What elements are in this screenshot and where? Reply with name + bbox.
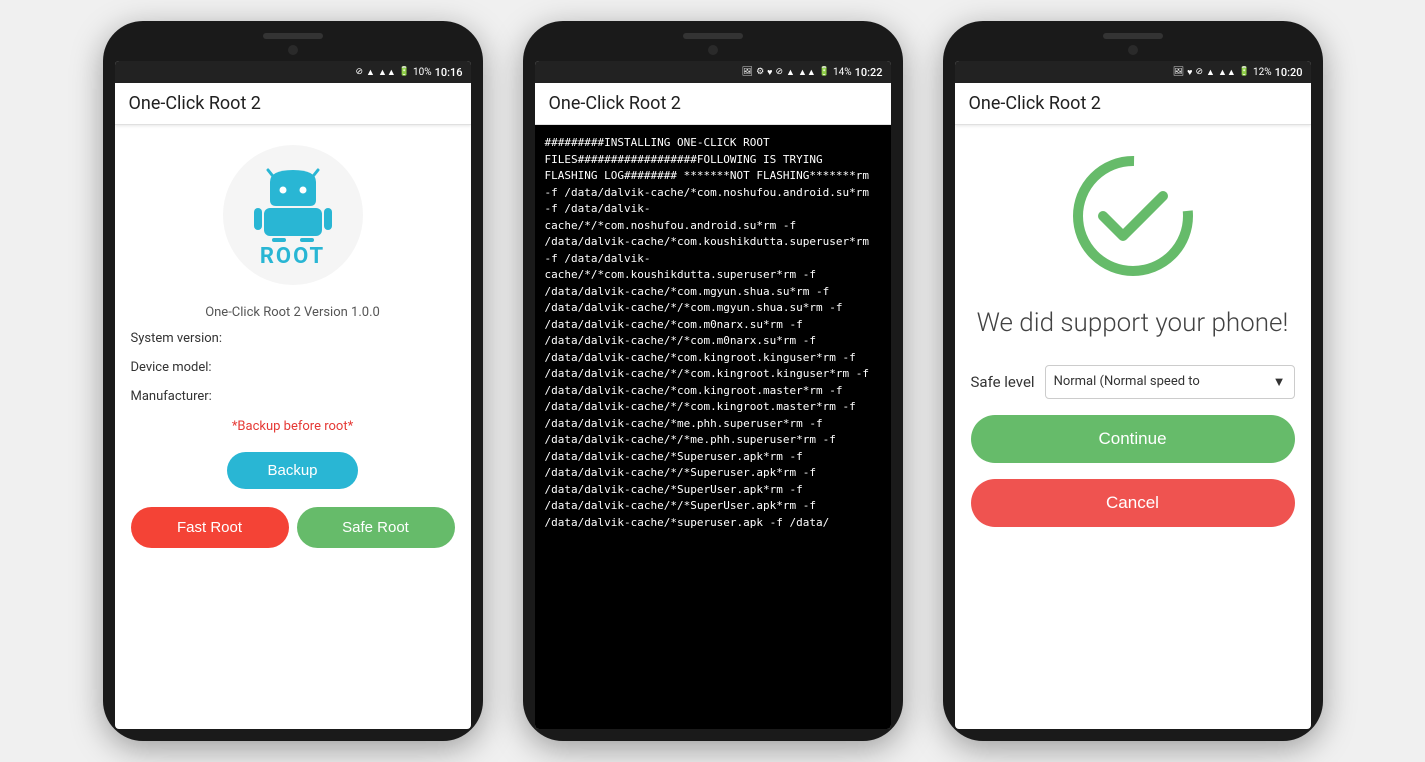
version-text: One-Click Root 2 Version 1.0.0 xyxy=(205,305,380,320)
battery-percent-1: 10% xyxy=(413,67,432,78)
battery-icon: 🔋 xyxy=(399,67,410,77)
wifi-icon-2: ▲ xyxy=(786,67,795,78)
phone-2-top xyxy=(535,33,891,61)
phone-2: 🖼 ⚙ ♥ ⊘ ▲ ▲▲ 🔋 14% 10:22 One-Click Root … xyxy=(523,21,903,741)
camera-1 xyxy=(288,45,298,55)
system-version-label: System version: xyxy=(131,328,455,349)
status-time-1: 10:16 xyxy=(435,66,463,79)
phone-2-screen: 🖼 ⚙ ♥ ⊘ ▲ ▲▲ 🔋 14% 10:22 One-Click Root … xyxy=(535,61,891,729)
camera-2 xyxy=(708,45,718,55)
backup-warning: *Backup before root* xyxy=(232,419,353,434)
speaker-3 xyxy=(1103,33,1163,39)
battery-icon-2: 🔋 xyxy=(819,67,830,77)
success-check-circle xyxy=(1068,151,1198,281)
support-text: We did support your phone! xyxy=(977,307,1289,341)
cancel-button[interactable]: Cancel xyxy=(971,479,1295,527)
phone-3-screen: 🖼 ♥ ⊘ ▲ ▲▲ 🔋 12% 10:20 One-Click Root 2 … xyxy=(955,61,1311,729)
phone-3: 🖼 ♥ ⊘ ▲ ▲▲ 🔋 12% 10:20 One-Click Root 2 … xyxy=(943,21,1323,741)
bottom-buttons: Fast Root Safe Root xyxy=(131,507,455,548)
log-text: #########INSTALLING ONE-CLICK ROOT FILES… xyxy=(535,125,891,729)
wifi-icon: ▲ xyxy=(366,67,375,78)
status-time-3: 10:20 xyxy=(1275,66,1303,79)
battery-percent-3: 12% xyxy=(1253,67,1272,78)
signal-icon: ▲▲ xyxy=(378,67,396,78)
phone1-content: ROOT One-Click Root 2 Version 1.0.0 Syst… xyxy=(115,125,471,729)
signal-icon-2: ▲▲ xyxy=(798,67,816,78)
battery-percent-2: 14% xyxy=(833,67,852,78)
status-icons-3: 🖼 ♥ ⊘ ▲ ▲▲ 🔋 12% 10:20 xyxy=(1173,66,1303,79)
device-model-label: Device model: xyxy=(131,357,455,378)
manufacturer-label: Manufacturer: xyxy=(131,386,455,407)
phone-1-top xyxy=(115,33,471,61)
status-time-2: 10:22 xyxy=(855,66,883,79)
app-title-3: One-Click Root 2 xyxy=(969,93,1101,114)
wifi-icon-3: ▲ xyxy=(1206,67,1215,78)
status-icons-1: ⊘ ▲ ▲▲ 🔋 10% 10:16 xyxy=(355,66,462,79)
battery-icon-3: 🔋 xyxy=(1239,67,1250,77)
safe-level-value: Normal (Normal speed to xyxy=(1054,374,1200,389)
camera-notification-icon: ⚙ xyxy=(756,67,764,77)
phone-1-screen: ⊘ ▲ ▲▲ 🔋 10% 10:16 One-Click Root 2 xyxy=(115,61,471,729)
phone-3-top xyxy=(955,33,1311,61)
fast-root-button[interactable]: Fast Root xyxy=(131,507,289,548)
android-logo: ROOT xyxy=(248,162,338,269)
safe-level-row: Safe level Normal (Normal speed to ▼ xyxy=(971,365,1295,399)
status-bar-1: ⊘ ▲ ▲▲ 🔋 10% 10:16 xyxy=(115,61,471,83)
phone3-content: We did support your phone! Safe level No… xyxy=(955,125,1311,729)
phone-1: ⊘ ▲ ▲▲ 🔋 10% 10:16 One-Click Root 2 xyxy=(103,21,483,741)
speaker-2 xyxy=(683,33,743,39)
android-svg xyxy=(248,162,338,242)
continue-button[interactable]: Continue xyxy=(971,415,1295,463)
app-bar-1: One-Click Root 2 xyxy=(115,83,471,125)
block-icon-3: ⊘ xyxy=(1195,67,1203,77)
app-title-2: One-Click Root 2 xyxy=(549,93,681,114)
speaker-1 xyxy=(263,33,323,39)
safe-root-button[interactable]: Safe Root xyxy=(297,507,455,548)
camera-3 xyxy=(1128,45,1138,55)
backup-button[interactable]: Backup xyxy=(227,452,357,489)
app-bar-3: One-Click Root 2 xyxy=(955,83,1311,125)
app-bar-2: One-Click Root 2 xyxy=(535,83,891,125)
dropdown-arrow-icon: ▼ xyxy=(1273,374,1286,390)
safe-level-label: Safe level xyxy=(971,373,1035,391)
safe-level-select[interactable]: Normal (Normal speed to ▼ xyxy=(1045,365,1295,399)
status-icons-2: 🖼 ⚙ ♥ ⊘ ▲ ▲▲ 🔋 14% 10:22 xyxy=(742,66,883,79)
status-bar-2: 🖼 ⚙ ♥ ⊘ ▲ ▲▲ 🔋 14% 10:22 xyxy=(535,61,891,83)
app-title-1: One-Click Root 2 xyxy=(129,93,261,114)
android-logo-circle: ROOT xyxy=(223,145,363,285)
status-bar-3: 🖼 ♥ ⊘ ▲ ▲▲ 🔋 12% 10:20 xyxy=(955,61,1311,83)
heart-icon: ♥ xyxy=(767,67,772,78)
block-icon-2: ⊘ xyxy=(775,67,783,77)
photo-icon: 🖼 xyxy=(1173,67,1184,77)
signal-icon-3: ▲▲ xyxy=(1218,67,1236,78)
block-icon: ⊘ xyxy=(355,67,363,77)
notification-icon: 🖼 xyxy=(742,67,753,77)
heart-icon-3: ♥ xyxy=(1187,67,1192,78)
root-text: ROOT xyxy=(260,244,325,269)
phone2-log-area: #########INSTALLING ONE-CLICK ROOT FILES… xyxy=(535,125,891,729)
